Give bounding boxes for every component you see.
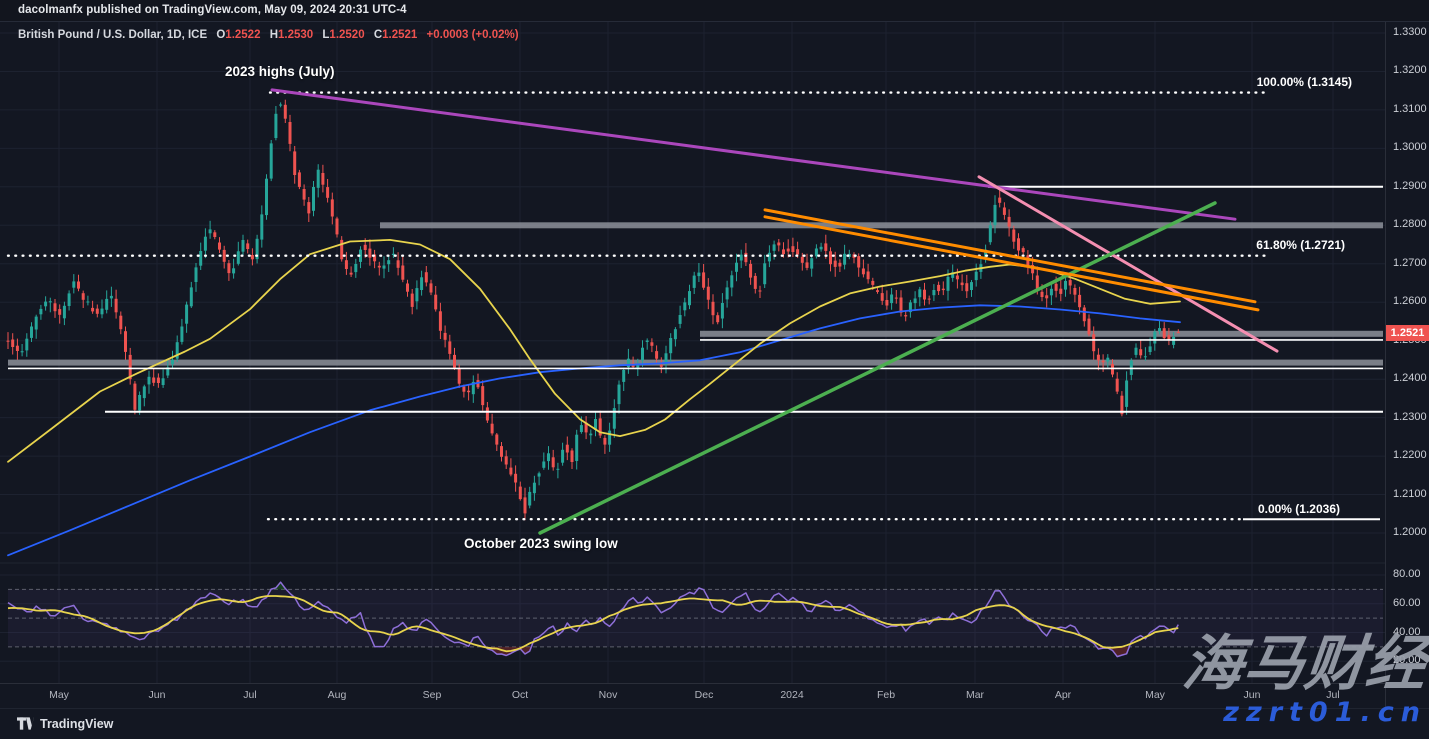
price-axis-label: 1.2600 <box>1393 295 1427 307</box>
ohlc-low-value: 1.2520 <box>329 29 364 41</box>
time-axis-label: Aug <box>328 689 347 701</box>
price-axis-label: 1.2400 <box>1393 372 1427 384</box>
time-axis-label: Jul <box>243 689 256 701</box>
time-axis[interactable]: May Jun Jul Aug Sep Oct Nov Dec 2024 Feb Mar Apr May… <box>0 683 1385 709</box>
time-axis-label: Jul <box>1326 689 1339 701</box>
publish-line: dacolmanfx published on TradingView.com,… <box>18 4 407 16</box>
time-axis-label: Nov <box>599 689 618 701</box>
symbol-title: British Pound / U.S. Dollar, 1D, ICE <box>18 29 207 41</box>
tradingview-logo-text: TradingView <box>40 717 113 731</box>
price-axis-label: 1.3300 <box>1393 26 1427 38</box>
time-axis-label: Jun <box>149 689 166 701</box>
rsi-axis-label: 40.00 <box>1393 626 1421 638</box>
tradingview-logo-icon <box>17 717 34 731</box>
time-axis-label: May <box>1145 689 1165 701</box>
rsi-axis-label: 80.00 <box>1393 568 1421 580</box>
time-axis-label: May <box>49 689 69 701</box>
time-axis-label: Oct <box>512 689 528 701</box>
ohlc-close-value: 1.2521 <box>382 29 417 41</box>
price-axis-label: 1.2800 <box>1393 218 1427 230</box>
price-axis-label: 1.3000 <box>1393 141 1427 153</box>
time-axis-label: Jun <box>1244 689 1261 701</box>
last-price-badge: 1.2521 <box>1386 325 1429 341</box>
price-axis-label: 1.2700 <box>1393 257 1427 269</box>
footer-bar: TradingView <box>0 708 1429 739</box>
tradingview-logo[interactable]: TradingView <box>17 717 113 731</box>
time-axis-label: Feb <box>877 689 895 701</box>
rsi-axis-label: 20.00 <box>1393 654 1421 666</box>
price-axis-label: 1.3200 <box>1393 64 1427 76</box>
time-axis-label: Apr <box>1055 689 1071 701</box>
time-axis-label: 2024 <box>780 689 803 701</box>
publish-bar: dacolmanfx published on TradingView.com,… <box>0 0 1429 22</box>
rsi-axis-label: 60.00 <box>1393 597 1421 609</box>
chart-canvas[interactable] <box>0 0 1429 739</box>
price-axis-label: 1.3100 <box>1393 103 1427 115</box>
ohlc-change: +0.0003 (+0.02%) <box>427 29 519 41</box>
ohlc-high-label: H <box>270 29 278 41</box>
time-axis-label: Sep <box>423 689 442 701</box>
price-axis-label: 1.2900 <box>1393 180 1427 192</box>
time-axis-label: Mar <box>966 689 984 701</box>
ohlc-high-value: 1.2530 <box>278 29 313 41</box>
price-axis-label: 1.2300 <box>1393 411 1427 423</box>
price-axis[interactable]: 1.3300 1.3200 1.3100 1.3000 1.2900 1.2800 1.27… <box>1385 21 1429 707</box>
symbol-legend: British Pound / U.S. Dollar, 1D, ICE O1.… <box>18 29 519 41</box>
ohlc-close-label: C <box>374 29 382 41</box>
ohlc-open-value: 1.2522 <box>225 29 260 41</box>
time-axis-label: Dec <box>695 689 714 701</box>
tradingview-snapshot: dacolmanfx published on TradingView.com,… <box>0 0 1429 739</box>
price-axis-label: 1.2200 <box>1393 449 1427 461</box>
price-axis-label: 1.2000 <box>1393 526 1427 538</box>
ohlc-open-label: O <box>216 29 225 41</box>
price-axis-label: 1.2100 <box>1393 488 1427 500</box>
